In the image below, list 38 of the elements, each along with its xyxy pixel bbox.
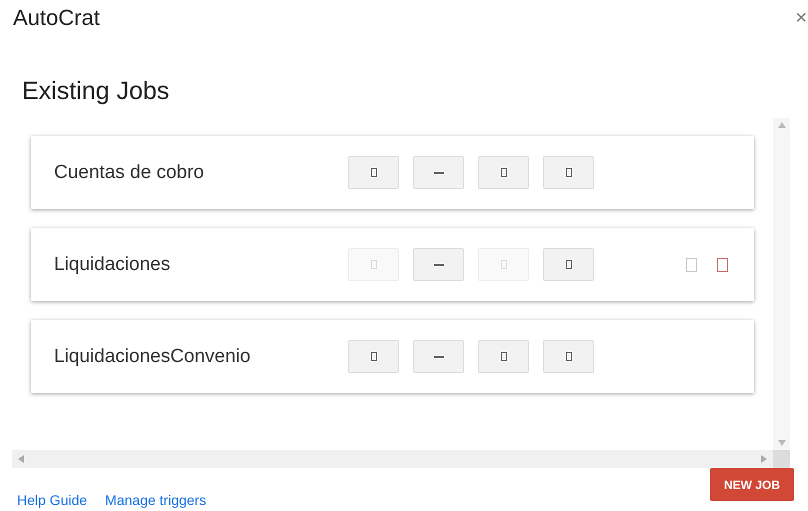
minus-icon xyxy=(432,354,444,358)
window-title: AutoCrat xyxy=(13,5,100,31)
scroll-down-icon[interactable] xyxy=(778,440,786,446)
square-icon xyxy=(566,260,572,269)
job-action-button[interactable] xyxy=(348,340,399,373)
square-icon xyxy=(500,260,506,269)
minus-icon xyxy=(432,170,444,174)
job-action-button[interactable] xyxy=(348,156,399,189)
job-action-button[interactable] xyxy=(543,340,594,373)
new-job-button[interactable]: NEW JOB xyxy=(710,468,794,501)
job-action-button[interactable] xyxy=(413,248,464,281)
close-button[interactable]: × xyxy=(795,6,807,30)
job-action-button[interactable] xyxy=(413,340,464,373)
job-action-button[interactable] xyxy=(413,156,464,189)
footer-link[interactable]: Help Guide xyxy=(17,492,88,508)
square-icon xyxy=(370,168,376,177)
scroll-left-icon[interactable] xyxy=(18,455,24,463)
square-icon xyxy=(370,260,376,269)
job-action-button[interactable] xyxy=(478,340,529,373)
square-icon[interactable] xyxy=(686,258,697,272)
job-name: Liquidaciones xyxy=(54,254,172,276)
square-icon xyxy=(370,352,376,361)
scrollbar-corner xyxy=(773,450,790,468)
square-icon xyxy=(500,168,506,177)
section-heading: Existing Jobs xyxy=(22,76,170,106)
square-icon xyxy=(566,168,572,177)
square-icon xyxy=(566,352,572,361)
scroll-right-icon[interactable] xyxy=(761,455,767,463)
job-action-button[interactable] xyxy=(478,156,529,189)
delete-icon[interactable] xyxy=(717,258,728,272)
square-icon xyxy=(500,352,506,361)
minus-icon xyxy=(432,262,444,266)
job-action-button[interactable] xyxy=(543,248,594,281)
job-name: LiquidacionesConvenio xyxy=(54,346,252,368)
footer-link[interactable]: Manage triggers xyxy=(105,492,206,508)
job-action-button[interactable] xyxy=(543,156,594,189)
job-name: Cuentas de cobro xyxy=(54,162,205,184)
scroll-up-icon[interactable] xyxy=(778,122,786,128)
